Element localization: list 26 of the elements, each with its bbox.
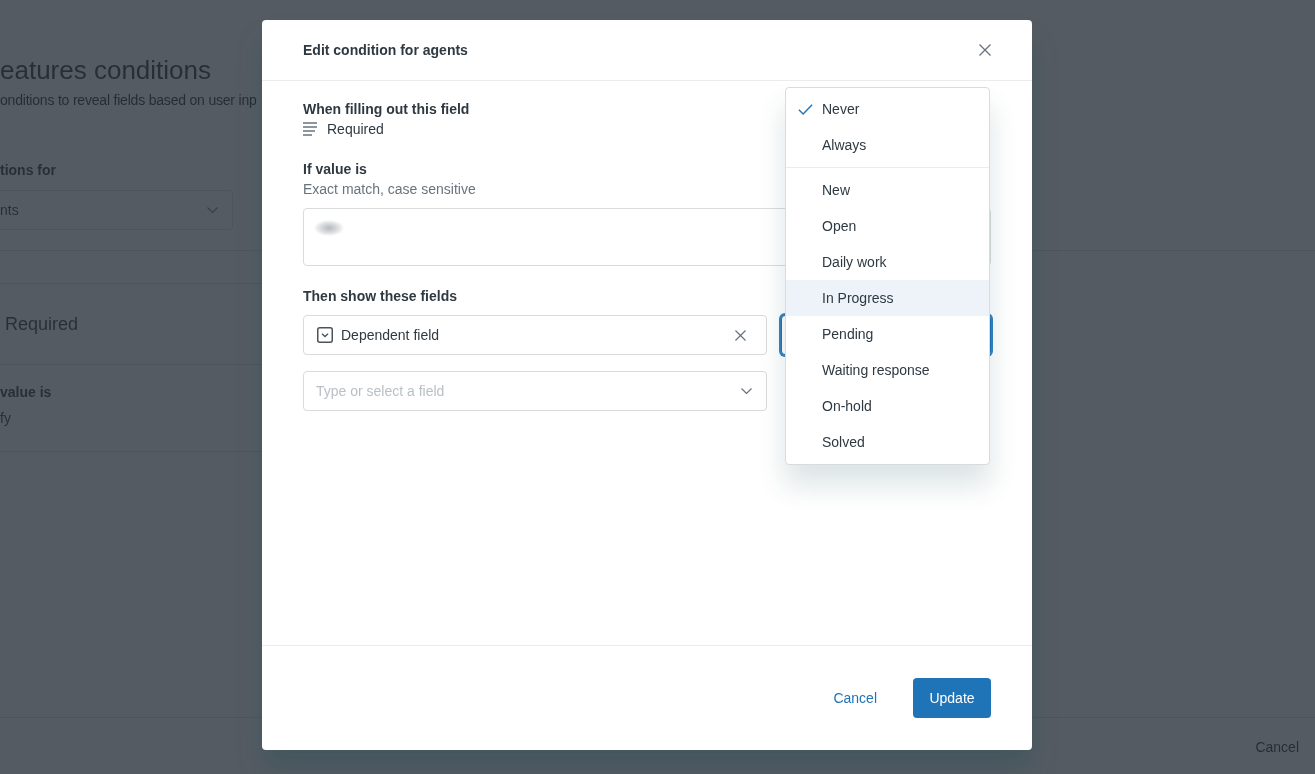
dropdown-option[interactable]: Daily work: [786, 244, 989, 280]
field-search-input[interactable]: Type or select a field: [303, 371, 767, 411]
hint-text: Exact match, case sensitive: [303, 180, 476, 199]
dropdown-option[interactable]: Never: [786, 91, 989, 127]
dropdown-option[interactable]: In Progress: [786, 280, 989, 316]
close-icon: [734, 329, 746, 341]
dropdown-option[interactable]: Pending: [786, 316, 989, 352]
chevron-down-icon: [741, 388, 752, 394]
field-name: Dependent field: [341, 326, 441, 345]
dropdown-option[interactable]: Waiting response: [786, 352, 989, 388]
dropdown-option[interactable]: Always: [786, 127, 989, 163]
text-lines-icon: [303, 121, 317, 137]
dropdown-option[interactable]: Open: [786, 208, 989, 244]
section-label: If value is: [303, 160, 367, 179]
dialog-title: Edit condition for agents: [303, 41, 468, 60]
cancel-button[interactable]: Cancel: [813, 678, 897, 718]
field-name: Required: [327, 120, 384, 139]
section-label: Then show these fields: [303, 287, 458, 306]
chevron-square-icon: [317, 327, 333, 343]
selected-field[interactable]: Dependent field: [303, 315, 767, 355]
close-icon: [979, 44, 991, 56]
update-button[interactable]: Update: [913, 678, 991, 718]
dropdown-option[interactable]: Solved: [786, 424, 989, 460]
dropdown-option[interactable]: New: [786, 172, 989, 208]
dropdown-option[interactable]: On-hold: [786, 388, 989, 424]
section-label: When filling out this field: [303, 100, 470, 119]
